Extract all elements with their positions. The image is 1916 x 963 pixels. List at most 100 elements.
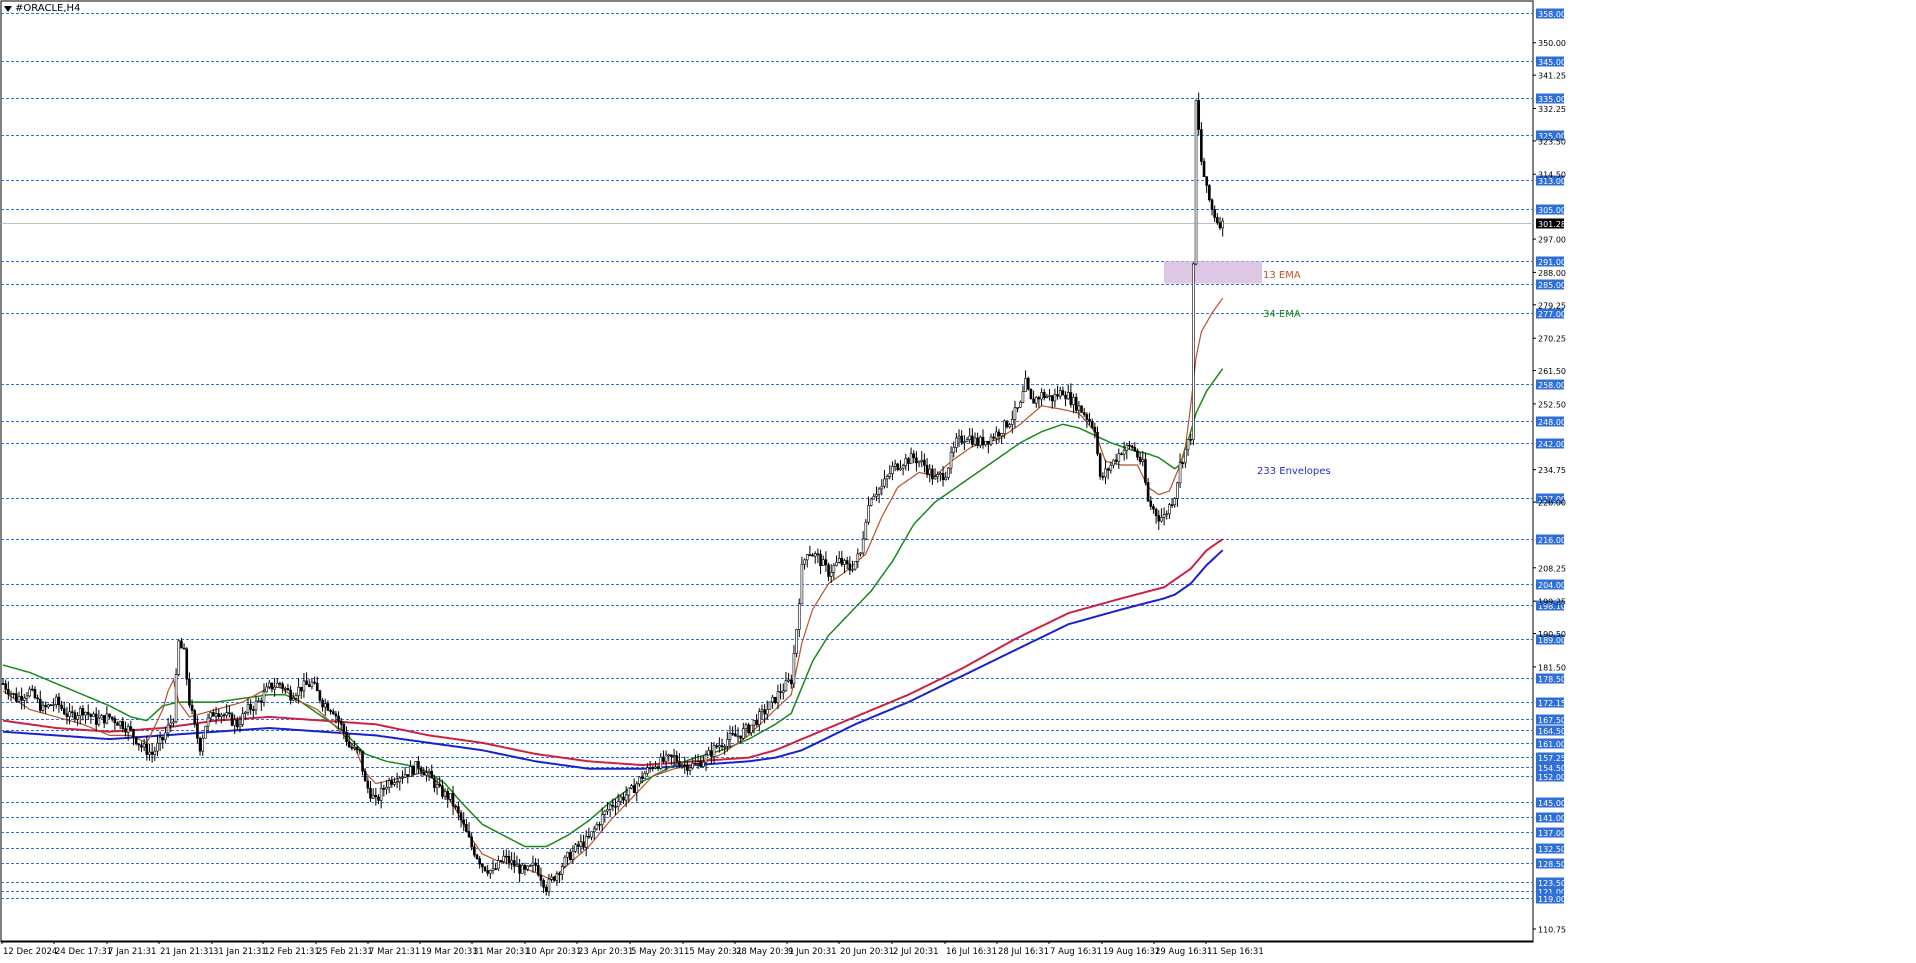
candle-body [1168, 504, 1171, 515]
candle-body [180, 640, 183, 649]
level-label: 154.50 [1536, 762, 1566, 773]
candle-body [395, 781, 399, 783]
candle-body [246, 704, 250, 713]
candle-body [627, 787, 631, 796]
level-label: 285.00 [1536, 279, 1566, 290]
time-axis[interactable]: 12 Dec 202424 Dec 17:317 Jan 21:31 21 Jan… [1, 940, 1533, 957]
level-label-text: 137.00 [1538, 829, 1566, 838]
candle-body [744, 724, 748, 730]
candle-body [350, 746, 354, 749]
candle-body [520, 864, 524, 874]
candle-body [1194, 100, 1198, 265]
candle-body [981, 436, 985, 446]
candle-body [275, 682, 279, 688]
candle-body [550, 876, 553, 880]
candle-body [249, 704, 252, 710]
candle-body [73, 712, 77, 720]
time-tick-label: 15 May 20:31 [684, 947, 742, 957]
chart-title[interactable]: #ORACLE,H4 [4, 3, 80, 14]
candle-body [648, 767, 652, 769]
candle-body [499, 860, 503, 862]
candle-body [454, 805, 458, 808]
candle-body [489, 870, 492, 874]
level-label-text: 258.00 [1538, 381, 1566, 390]
candle-body [1069, 392, 1073, 405]
candle-body [113, 718, 117, 724]
candle-body [552, 876, 556, 881]
candle-body [164, 732, 167, 741]
current-price-text: 301.28 [1538, 220, 1566, 229]
level-label-text: 178.50 [1538, 675, 1566, 684]
candle-body [875, 494, 878, 497]
candle-body [1133, 447, 1137, 452]
candle-body [222, 714, 226, 717]
candle-body [62, 708, 66, 715]
candle-body [1066, 392, 1070, 400]
candle-body [1098, 453, 1102, 477]
candle-body [137, 743, 141, 746]
candle-body [707, 750, 711, 756]
level-label-text: 305.00 [1538, 206, 1566, 215]
level-label: 178.50 [1536, 673, 1566, 684]
candle-body [273, 686, 276, 690]
candle-body [68, 711, 71, 717]
level-label: 141.00 [1536, 812, 1566, 823]
candle-body [457, 806, 460, 814]
candle-body [1018, 401, 1022, 408]
candle-body [1205, 176, 1208, 186]
level-label-text: 119.00 [1538, 895, 1566, 904]
candle-body [805, 554, 809, 561]
candle-body [366, 780, 370, 789]
candle-body [126, 726, 130, 733]
candle-body [310, 681, 314, 687]
candle-body [827, 564, 830, 577]
candle-body [92, 713, 95, 717]
price-chart[interactable]: 358.00345.00335.00325.00313.00305.00291.… [0, 0, 1916, 963]
candle-body [1112, 459, 1115, 466]
candle-body [1189, 439, 1193, 441]
candle-body [260, 700, 263, 703]
candle-body [1005, 420, 1009, 428]
candle-body [776, 691, 780, 704]
candle-body [813, 553, 817, 557]
candle-body [17, 695, 21, 702]
candle-body [885, 476, 889, 480]
candle-body [760, 709, 764, 712]
time-tick-label: 5 May 20:31 [631, 947, 684, 957]
candle-body [1141, 459, 1145, 462]
candle-body [371, 794, 375, 799]
candle-body [987, 440, 990, 445]
level-label-text: 157.25 [1538, 754, 1566, 763]
candle-body [566, 852, 569, 858]
level-label: 145.00 [1536, 797, 1566, 808]
time-tick-label: 7 Aug 16:31 [1050, 947, 1102, 957]
candle-body [771, 696, 774, 703]
candle-body [236, 719, 239, 728]
candle-body [427, 770, 431, 773]
candle-body [166, 724, 170, 734]
candle-body [792, 653, 796, 685]
candle-body [1021, 391, 1025, 403]
level-label-text: 248.00 [1538, 418, 1566, 427]
candle-body [872, 495, 876, 500]
candle-body [1173, 498, 1177, 506]
level-label: 123.50 [1536, 877, 1566, 888]
level-label-text: 204.00 [1538, 581, 1566, 590]
candle-body [507, 856, 511, 864]
price-tick-label: 199.25 [1538, 598, 1566, 607]
candle-body [446, 791, 450, 800]
support-zone[interactable] [1164, 261, 1262, 284]
candle-body [486, 870, 489, 874]
price-axis[interactable]: 358.00345.00335.00325.00313.00305.00291.… [1533, 8, 1566, 935]
candle-body [465, 824, 468, 832]
level-label: 164.50 [1536, 725, 1566, 736]
candle-body [1138, 456, 1142, 462]
candle-body [1178, 462, 1182, 484]
dropdown-triangle-icon[interactable] [4, 5, 12, 12]
candle-body [571, 850, 575, 860]
candle-body [1050, 395, 1054, 402]
level-label: 161.00 [1536, 738, 1566, 749]
candle-body [1037, 397, 1041, 400]
price-tick-label: 350.00 [1538, 39, 1566, 48]
time-tick-label: 16 Jul 16:31 [946, 947, 997, 957]
